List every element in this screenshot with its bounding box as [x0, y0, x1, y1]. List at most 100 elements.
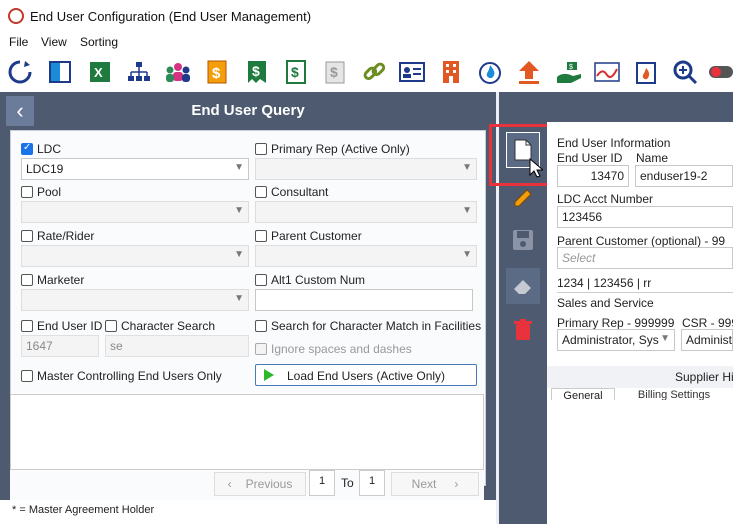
detail-end-user-id-input[interactable]: 13470 — [557, 165, 629, 187]
tab-general[interactable]: General — [551, 388, 615, 400]
consultant-checkbox[interactable] — [255, 186, 267, 198]
clear-button[interactable] — [506, 268, 540, 304]
previous-button[interactable]: ‹ Previous — [214, 472, 306, 496]
chevron-down-icon: ▼ — [462, 249, 472, 260]
page-to-input[interactable]: 1 — [359, 470, 385, 496]
primary-rep-detail-select[interactable]: Administrator, Sys ▼ — [557, 329, 675, 351]
csr-select[interactable]: Administ — [681, 329, 733, 351]
consultant-select[interactable]: ▼ — [255, 201, 477, 223]
ldc-select[interactable]: LDC19 ▼ — [21, 158, 249, 180]
app-logo-icon — [8, 8, 24, 24]
chevron-right-icon: › — [454, 477, 459, 491]
contact-card-icon[interactable] — [398, 58, 426, 86]
end-user-id-label: End User ID — [37, 319, 103, 333]
detail-name-input[interactable]: enduser19-2 — [635, 165, 733, 187]
building-icon[interactable] — [437, 58, 465, 86]
refresh-icon[interactable] — [6, 58, 34, 86]
ignore-spaces-label: Ignore spaces and dashes — [271, 342, 412, 356]
tab-billing-settings[interactable]: Billing Settings — [619, 388, 729, 400]
link-icon[interactable] — [360, 58, 388, 86]
menu-bar: File View Sorting — [0, 32, 733, 52]
query-title: End User Query — [191, 102, 305, 119]
title-bar: End User Configuration (End User Managem… — [0, 0, 733, 32]
delete-button[interactable] — [506, 312, 540, 348]
menu-sorting[interactable]: Sorting — [80, 35, 118, 49]
ldc-value: LDC19 — [26, 162, 64, 176]
chart-line-icon[interactable] — [593, 58, 621, 86]
primary-rep-label: Primary Rep (Active Only) — [271, 142, 410, 156]
menu-file[interactable]: File — [9, 35, 28, 49]
ldc-checkbox[interactable] — [21, 142, 33, 155]
svg-text:$: $ — [212, 65, 221, 82]
primary-rep-detail-label: Primary Rep - 999999 — [557, 316, 675, 330]
rate-rider-checkbox[interactable] — [21, 230, 33, 242]
parent-customer-select[interactable]: ▼ — [255, 245, 477, 267]
character-search-input[interactable]: se — [105, 335, 249, 357]
marketer-checkbox[interactable] — [21, 274, 33, 286]
svg-text:$: $ — [569, 64, 573, 71]
load-end-users-label: Load End Users (Active Only) — [286, 369, 446, 383]
detail-tabs: General Billing Settings — [547, 388, 733, 400]
gas-flame-icon[interactable] — [476, 58, 504, 86]
next-label: Next — [411, 477, 437, 491]
alt1-label: Alt1 Custom Num — [271, 273, 366, 287]
search-facilities-checkbox[interactable] — [255, 320, 267, 332]
primary-rep-select[interactable]: ▼ — [255, 158, 477, 180]
alt1-checkbox[interactable] — [255, 274, 267, 286]
parent-customer-detail-select[interactable]: Select — [557, 247, 733, 269]
excel-icon[interactable]: X — [86, 58, 114, 86]
trash-icon — [514, 319, 532, 340]
save-button[interactable] — [506, 222, 540, 258]
detail-name-label: Name — [636, 151, 669, 165]
menu-view[interactable]: View — [41, 35, 67, 49]
pool-select[interactable]: ▼ — [21, 201, 249, 223]
footer-note: * = Master Agreement Holder — [12, 504, 155, 516]
pencil-icon — [514, 189, 532, 207]
dollar-doc-outline-icon[interactable]: $ — [282, 58, 310, 86]
page-from-input[interactable]: 1 — [309, 470, 335, 496]
users-icon[interactable] — [164, 58, 192, 86]
end-user-id-input[interactable]: 1647 — [21, 335, 99, 357]
query-header: ‹ End User Query — [0, 92, 496, 130]
svg-text:$: $ — [330, 64, 338, 80]
parent-customer-checkbox[interactable] — [255, 230, 267, 242]
ignore-spaces-checkbox[interactable] — [255, 343, 267, 355]
pool-checkbox[interactable] — [21, 186, 33, 198]
svg-text:X: X — [94, 65, 103, 80]
results-list[interactable] — [10, 394, 484, 470]
pager: ‹ Previous 1 To 1 Next › — [10, 470, 484, 500]
window-title: End User Configuration (End User Managem… — [30, 9, 312, 24]
hand-money-icon[interactable]: $ — [555, 58, 583, 86]
upload-icon[interactable] — [515, 58, 543, 86]
hierarchy-icon[interactable] — [125, 58, 153, 86]
end-user-info-form: End User Information End User ID Name 13… — [547, 122, 733, 524]
marketer-select[interactable]: ▼ — [21, 289, 249, 311]
master-controlling-checkbox[interactable] — [21, 370, 33, 382]
svg-text:$: $ — [291, 64, 299, 80]
ldc-acct-label: LDC Acct Number — [557, 192, 654, 206]
chevron-down-icon: ▼ — [234, 249, 244, 260]
chevron-down-icon: ▼ — [462, 205, 472, 216]
flame-calendar-icon[interactable] — [632, 58, 660, 86]
end-user-id-checkbox[interactable] — [21, 320, 33, 332]
toggle-icon[interactable] — [707, 58, 733, 86]
dollar-doc-grey-icon[interactable]: $ — [321, 58, 349, 86]
character-search-checkbox[interactable] — [105, 320, 117, 332]
chevron-down-icon: ▼ — [234, 205, 244, 216]
next-button[interactable]: Next › — [391, 472, 479, 496]
ldc-acct-input[interactable]: 123456 — [557, 206, 733, 228]
alt1-input[interactable] — [255, 289, 473, 311]
master-controlling-label: Master Controlling End Users Only — [37, 369, 222, 383]
ldc-label: LDC — [37, 142, 62, 156]
load-end-users-button[interactable]: Load End Users (Active Only) — [255, 364, 477, 386]
previous-label: Previous — [245, 477, 293, 491]
primary-rep-checkbox[interactable] — [255, 143, 267, 155]
dollar-doc-icon[interactable]: $ — [203, 58, 231, 86]
panel-icon[interactable] — [46, 58, 74, 86]
dollar-doc-green-icon[interactable]: $ — [243, 58, 271, 86]
eraser-icon — [514, 280, 531, 294]
magnifier-plus-icon[interactable] — [671, 58, 699, 86]
rate-rider-select[interactable]: ▼ — [21, 245, 249, 267]
search-facilities-label: Search for Character Match in Facilities — [271, 319, 482, 333]
character-search-label: Character Search — [121, 319, 216, 333]
